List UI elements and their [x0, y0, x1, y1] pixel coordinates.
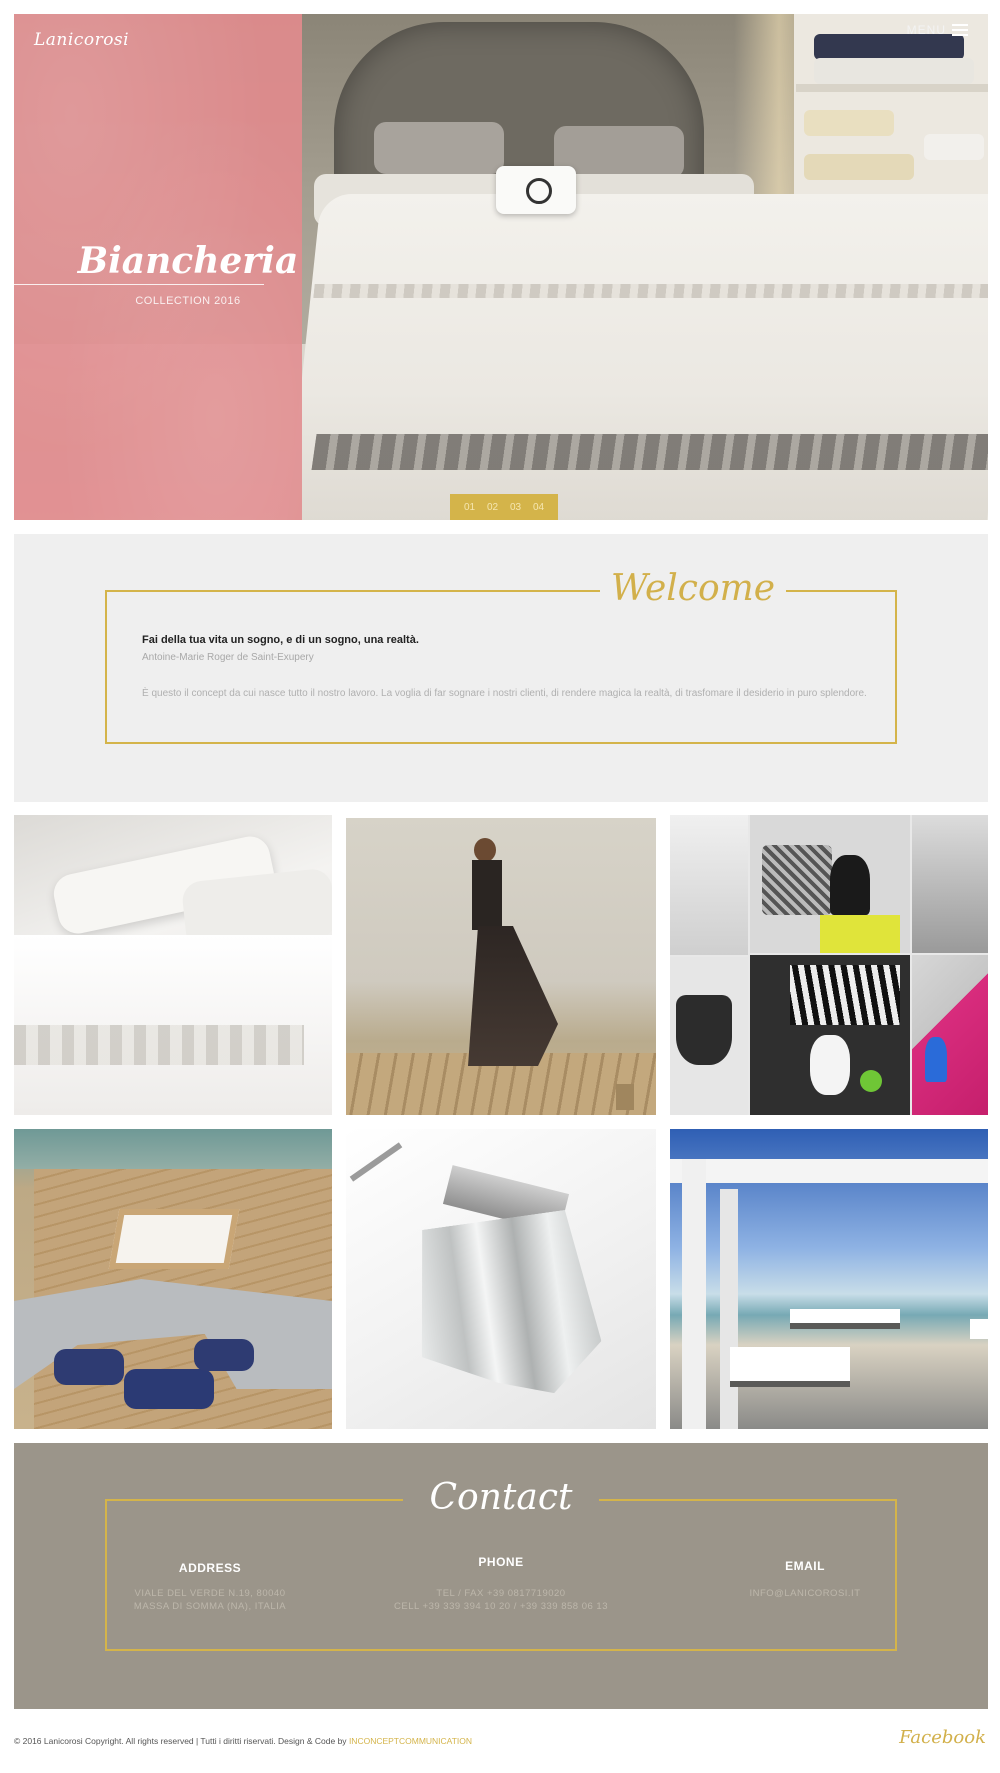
hero-overlay-panel: Lanicorosi Biancheria COLLECTION 2016 — [14, 14, 302, 520]
crystal-prisms — [404, 1207, 607, 1410]
slide-dot-03[interactable]: 03 — [510, 502, 521, 513]
woman-dress-photo[interactable] — [346, 818, 656, 1115]
phone-line-1[interactable]: TEL / FAX +39 0817719020 — [384, 1587, 618, 1600]
collage-panel — [912, 815, 988, 953]
copyright-text: © 2016 Lanicorosi Copyright. All rights … — [14, 1736, 472, 1746]
yellow-rug — [820, 915, 900, 953]
shelf — [796, 84, 988, 92]
sea — [14, 1129, 332, 1169]
navy-cushion — [124, 1369, 214, 1409]
crystal-chandelier-photo[interactable] — [346, 1129, 656, 1429]
bed-linen-photo[interactable] — [14, 815, 332, 1115]
credit-link[interactable]: INCONCEPTCOMMUNICATION — [349, 1736, 472, 1746]
beach-cabana-photo[interactable] — [670, 1129, 988, 1429]
pillow — [374, 122, 504, 174]
sun-lounger — [970, 1319, 988, 1339]
menu-button[interactable]: MENU — [907, 23, 968, 37]
interior-collage-photo[interactable] — [670, 815, 988, 1115]
linen-stack — [804, 154, 914, 180]
welcome-section: Welcome Fai della tua vita un sogno, e d… — [14, 534, 988, 802]
bed-lace-trim — [313, 284, 988, 298]
email-block: EMAIL INFO@LANICOROSI.IT — [730, 1559, 880, 1600]
hero-slider: Lanicorosi Biancheria COLLECTION 2016 ME… — [14, 14, 988, 520]
hero-subtitle: COLLECTION 2016 — [135, 295, 241, 307]
slide-pager: 01 02 03 04 — [450, 494, 558, 520]
sun-lounger — [730, 1347, 850, 1387]
phone-line-2[interactable]: CELL +39 339 394 10 20 / +39 339 858 06 … — [384, 1600, 618, 1613]
welcome-quote: Fai della tua vita un sogno, e di un sog… — [142, 634, 419, 646]
slide-dot-04[interactable]: 04 — [533, 502, 544, 513]
navy-cushion — [54, 1349, 124, 1385]
address-line-1: VIALE DEL VERDE N.19, 80040 — [134, 1588, 286, 1599]
slide-dot-01[interactable]: 01 — [464, 502, 475, 513]
bed-lace-border — [311, 434, 988, 470]
facebook-link[interactable]: Facebook — [899, 1727, 986, 1748]
linen-stack — [804, 110, 894, 136]
contact-section: Contact ADDRESS VIALE DEL VERDE N.19, 80… — [14, 1443, 988, 1709]
cabana-roof-beam — [670, 1159, 988, 1183]
head — [474, 838, 496, 862]
lace-border — [14, 1025, 304, 1065]
address-heading: ADDRESS — [178, 1561, 242, 1575]
bollard — [616, 1084, 634, 1110]
address-block: ADDRESS VIALE DEL VERDE N.19, 80040 MASS… — [105, 1561, 315, 1613]
guitar — [810, 1035, 850, 1095]
email-address[interactable]: INFO@LANICOROSI.IT — [730, 1587, 880, 1600]
phone-block: PHONE TEL / FAX +39 0817719020 CELL +39 … — [384, 1555, 618, 1613]
collage-panel — [670, 815, 748, 955]
crest-cushion — [496, 166, 576, 214]
menu-label: MENU — [906, 23, 946, 37]
hero-divider — [14, 284, 264, 285]
blue-bust — [925, 1037, 947, 1082]
slide-dot-02[interactable]: 02 — [487, 502, 498, 513]
linen-stack — [814, 58, 974, 84]
dress-skirt — [468, 926, 558, 1066]
address-line-2: MASSA DI SOMMA (NA), ITALIA — [133, 1601, 287, 1612]
green-ball — [860, 1070, 882, 1092]
horse-sculpture — [830, 855, 870, 915]
chandelier-arm — [349, 1142, 403, 1182]
contact-title: Contact — [403, 1473, 599, 1523]
bed — [286, 194, 988, 520]
quote-author: Antoine-Marie Roger de Saint-Exupery — [142, 652, 314, 663]
brand-logo[interactable]: Lanicorosi — [34, 30, 129, 50]
hero-title: Biancheria — [77, 240, 299, 282]
welcome-title: Welcome — [600, 564, 786, 614]
cabana-post — [720, 1189, 738, 1429]
collage-panel — [912, 955, 988, 1115]
yacht-deck-photo[interactable] — [14, 1129, 332, 1429]
phone-heading: PHONE — [478, 1555, 524, 1569]
welcome-body: È questo il concept da cui nasce tutto i… — [142, 688, 867, 699]
dress-top — [472, 860, 502, 930]
navy-cushion — [194, 1339, 254, 1371]
cabana-post — [682, 1159, 706, 1429]
patterned-ottoman — [762, 845, 832, 915]
linen-stack — [814, 34, 964, 60]
zebra-sofa — [790, 965, 900, 1025]
copyright-label: © 2016 Lanicorosi Copyright. All rights … — [14, 1736, 347, 1746]
hamburger-icon — [952, 24, 968, 36]
email-heading: EMAIL — [785, 1559, 825, 1573]
jacuzzi — [108, 1209, 240, 1269]
linen-stack — [924, 134, 984, 160]
sun-lounger — [790, 1309, 900, 1329]
black-chair — [676, 995, 732, 1065]
